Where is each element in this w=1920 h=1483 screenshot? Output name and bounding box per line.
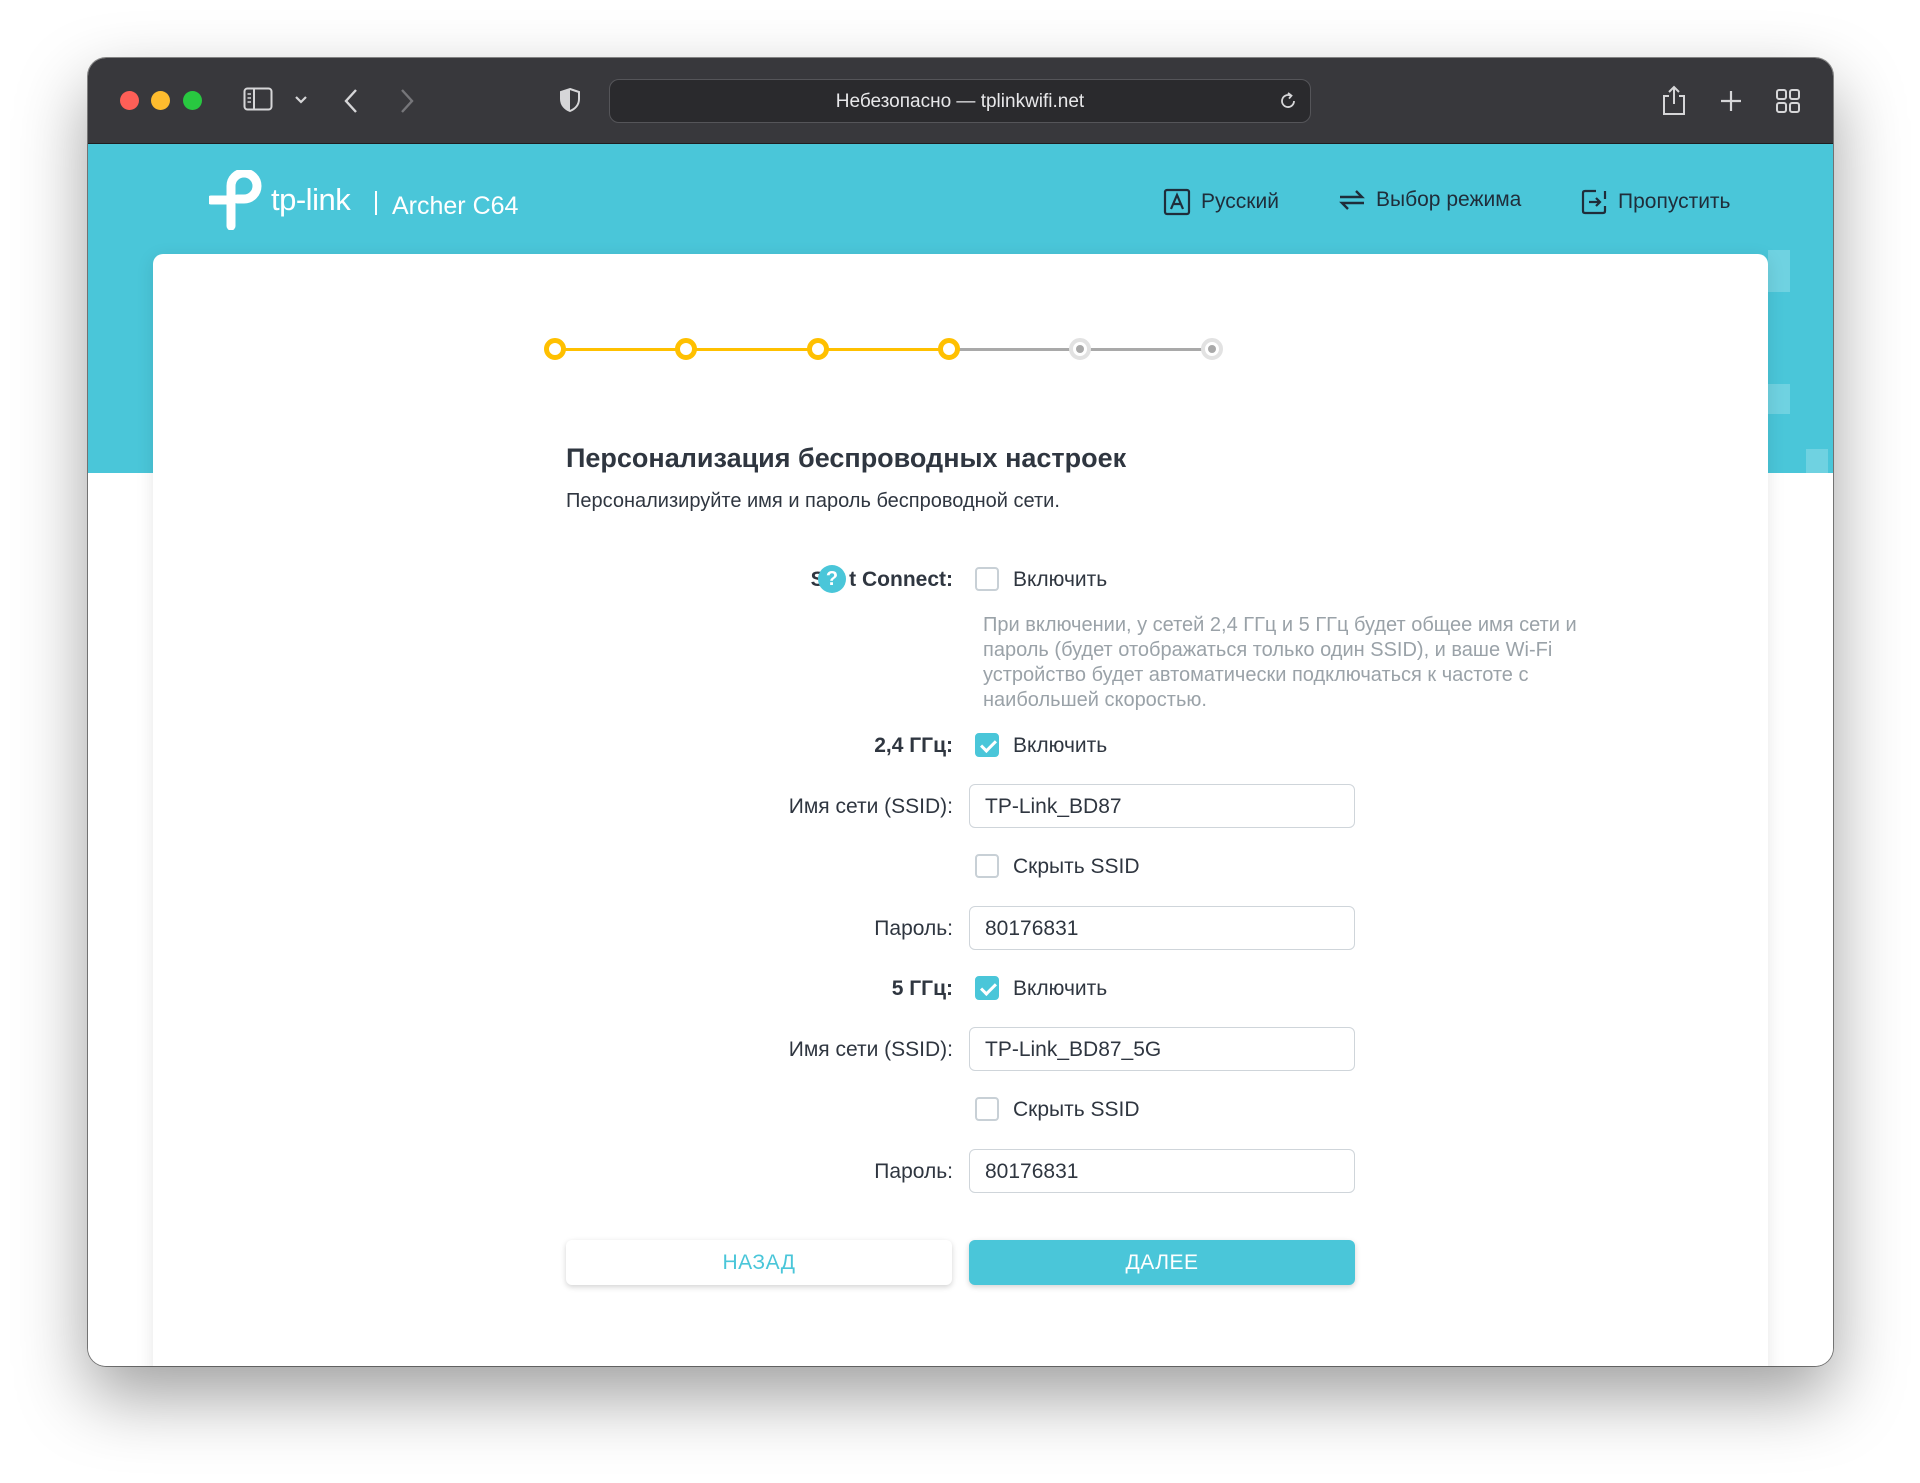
band-5-ssid-input[interactable]: TP-Link_BD87_5G	[969, 1027, 1355, 1071]
next-button[interactable]: ДАЛЕЕ	[969, 1240, 1355, 1285]
progress-step-1	[544, 338, 566, 360]
smart-connect-note: При включении, у сетей 2,4 ГГц и 5 ГГц б…	[983, 614, 1577, 711]
progress-step-3	[807, 338, 829, 360]
close-window-button[interactable]	[120, 91, 139, 110]
band-5-hide-ssid-label[interactable]: Скрыть SSID	[1013, 1098, 1140, 1122]
back-button[interactable]: НАЗАД	[566, 1240, 952, 1285]
brand-logo[interactable]: tp-link Archer C64	[206, 168, 518, 231]
privacy-shield-icon[interactable]	[559, 87, 581, 113]
mode-select-label: Выбор режима	[1376, 188, 1522, 211]
language-icon	[1163, 188, 1191, 216]
decor-shape	[1806, 449, 1828, 473]
band-5-enable-checkbox[interactable]	[975, 976, 999, 1000]
band-5-password-label: Пароль:	[874, 1160, 953, 1183]
band-24-ssid-input[interactable]: TP-Link_BD87	[969, 784, 1355, 828]
address-text: Небезопасно — tplinkwifi.net	[835, 91, 1085, 112]
skip-button[interactable]: Пропустить	[1580, 188, 1731, 216]
minimize-window-button[interactable]	[151, 91, 170, 110]
page-subtitle: Персонализируйте имя и пароль беспроводн…	[566, 490, 1060, 512]
progress-line-done	[555, 348, 949, 351]
browser-toolbar: Небезопасно — tplinkwifi.net	[88, 58, 1833, 144]
smart-connect-enable-label[interactable]: Включить	[1013, 568, 1107, 592]
web-page: tp-link Archer C64 Русский Выбор режима	[88, 144, 1833, 1366]
band-24-enable-checkbox[interactable]	[975, 733, 999, 757]
band-5-password-input[interactable]: 80176831	[969, 1149, 1355, 1193]
band-5-ssid-label: Имя сети (SSID):	[788, 1038, 953, 1061]
language-button[interactable]: Русский	[1163, 188, 1279, 216]
smart-connect-checkbox[interactable]	[975, 567, 999, 591]
progress-step-2	[675, 338, 697, 360]
reload-icon[interactable]	[1278, 91, 1298, 111]
decor-shape	[1768, 250, 1790, 292]
band-24-password-label: Пароль:	[874, 917, 953, 940]
exit-icon	[1581, 189, 1607, 215]
mode-switch-icon	[1339, 190, 1365, 210]
language-label: Русский	[1201, 190, 1279, 213]
band-24-enable-label[interactable]: Включить	[1013, 734, 1107, 758]
sidebar-toggle-icon[interactable]	[243, 87, 273, 111]
mode-select-button[interactable]: Выбор режима	[1338, 188, 1521, 212]
share-icon[interactable]	[1661, 84, 1687, 116]
brand-divider	[375, 191, 377, 215]
skip-label: Пропустить	[1618, 190, 1731, 213]
browser-window: Небезопасно — tplinkwifi.net tp-link Arc…	[88, 58, 1833, 1366]
page-title: Персонализация беспроводных настроек	[566, 443, 1127, 473]
address-bar[interactable]: Небезопасно — tplinkwifi.net	[609, 79, 1311, 123]
band-24-label: 2,4 ГГц:	[874, 734, 953, 757]
tab-overview-icon[interactable]	[1775, 88, 1801, 114]
back-icon[interactable]	[343, 88, 359, 114]
new-tab-icon[interactable]	[1719, 89, 1743, 113]
progress-step-5	[1069, 338, 1091, 360]
band-5-hide-ssid-checkbox[interactable]	[975, 1097, 999, 1121]
brand-name: tp-link	[271, 182, 351, 217]
help-icon[interactable]: ?	[818, 565, 846, 593]
tp-link-logo-icon	[206, 168, 262, 231]
progress-step-4	[938, 338, 960, 360]
forward-icon[interactable]	[399, 88, 415, 114]
band-5-label: 5 ГГц:	[891, 977, 953, 1000]
model-name: Archer C64	[392, 192, 519, 220]
chevron-down-icon[interactable]	[294, 95, 308, 105]
band-24-password-input[interactable]: 80176831	[969, 906, 1355, 950]
zoom-window-button[interactable]	[183, 91, 202, 110]
wizard-card: Персонализация беспроводных настроек Пер…	[153, 254, 1768, 1366]
progress-step-6	[1201, 338, 1223, 360]
band-24-hide-ssid-checkbox[interactable]	[975, 854, 999, 878]
band-24-ssid-label: Имя сети (SSID):	[788, 795, 953, 818]
band-5-enable-label[interactable]: Включить	[1013, 977, 1107, 1001]
decor-shape	[1768, 384, 1790, 414]
band-24-hide-ssid-label[interactable]: Скрыть SSID	[1013, 855, 1140, 879]
